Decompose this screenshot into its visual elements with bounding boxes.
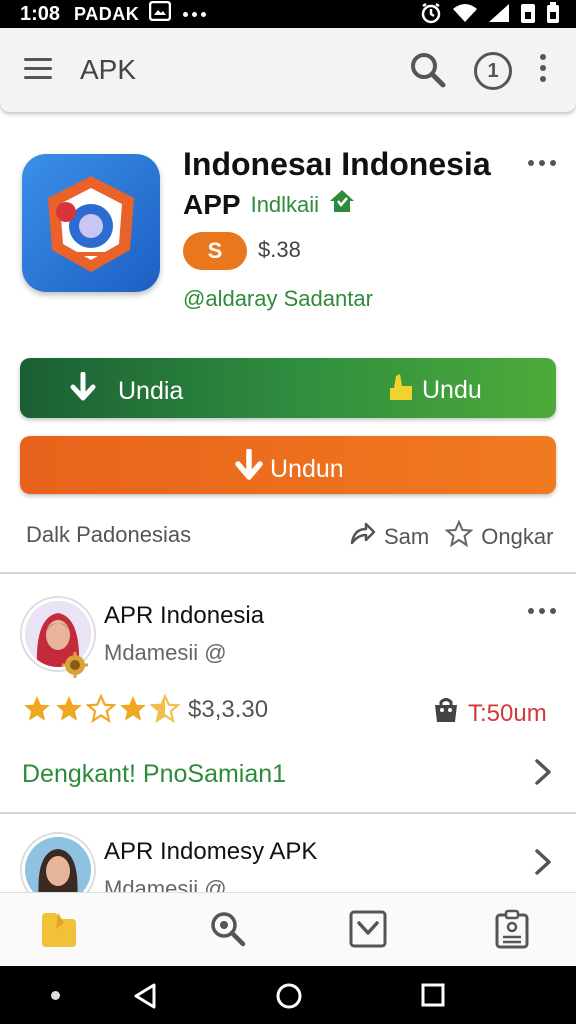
home-icon[interactable]	[275, 982, 303, 1015]
status-time: 1:08	[20, 2, 61, 25]
app-icon	[22, 154, 160, 292]
review-app-name[interactable]: APR Indonesia	[104, 602, 264, 630]
download-button-label: Undia	[118, 377, 184, 405]
download-arrow-icon	[70, 371, 96, 411]
install-button[interactable]: Undu	[386, 372, 482, 409]
share-label[interactable]: Sam	[384, 524, 429, 550]
update-button-content: Undun	[234, 448, 344, 490]
update-button[interactable]: Undun	[20, 436, 556, 494]
review-user: Mdamesii @	[104, 640, 227, 665]
battery-icon	[546, 2, 560, 30]
app-bar-title: APK	[80, 54, 137, 85]
menu-icon[interactable]	[24, 58, 52, 85]
chevron-right-icon[interactable]	[534, 848, 552, 881]
nav-downloads-icon[interactable]	[348, 909, 388, 954]
search-icon[interactable]	[408, 50, 448, 95]
app-bar: APK 1	[0, 28, 576, 112]
star-filled-icon	[54, 694, 84, 729]
bottom-navigation	[0, 892, 576, 967]
gallery-notification-icon	[148, 0, 172, 27]
rating-stars	[22, 693, 181, 729]
star-outline-icon	[85, 693, 117, 729]
review-time-label: T:50um	[468, 699, 547, 727]
review-link[interactable]: Dengkant! PnoSamian1	[22, 760, 286, 789]
download-buttons-bar: Undia Undu	[20, 358, 556, 418]
review-time: T:50um	[432, 696, 547, 731]
alarm-icon	[420, 2, 442, 30]
thumbs-up-icon	[386, 372, 414, 409]
wifi-icon	[452, 3, 478, 29]
section-divider	[0, 572, 576, 574]
status-carrier: PADAK	[74, 3, 140, 24]
review-more-icon[interactable]	[528, 608, 556, 614]
overflow-menu-icon[interactable]	[540, 54, 546, 87]
share-icon[interactable]	[348, 521, 376, 553]
app-handle[interactable]: @aldaray Sadantar	[183, 286, 373, 312]
app-price: $.38	[258, 237, 301, 262]
signal-icon	[488, 3, 510, 29]
app-more-icon[interactable]	[528, 160, 556, 166]
update-button-label: Undun	[270, 455, 344, 483]
notification-count-badge[interactable]: 1	[474, 52, 512, 90]
reviewer-badge-icon	[60, 650, 90, 685]
back-icon[interactable]	[132, 982, 158, 1015]
nav-profile-icon[interactable]	[492, 909, 532, 954]
recents-icon[interactable]	[421, 983, 445, 1012]
star-outline-icon[interactable]	[444, 519, 474, 554]
star-filled-icon	[22, 694, 52, 729]
review-amount: $3,3.30	[188, 696, 269, 723]
star-filled-icon	[118, 694, 148, 729]
meta-actions: Sam Ongkar	[348, 519, 553, 554]
assistant-dot-icon[interactable]	[51, 991, 60, 1000]
review-user: Mdamesii @	[104, 876, 227, 892]
section-divider	[0, 812, 576, 814]
install-button-label: Undu	[422, 376, 482, 404]
nav-home-icon[interactable]	[38, 909, 80, 954]
download-arrow-icon	[234, 448, 264, 490]
shopping-bag-icon	[432, 696, 460, 731]
chevron-right-icon[interactable]	[534, 758, 552, 791]
sim-icon	[520, 2, 536, 30]
system-navigation-bar	[0, 966, 576, 1024]
app-subtitle: APP Indlkaii	[183, 188, 355, 221]
verified-home-icon	[329, 188, 355, 221]
download-button[interactable]: Undia	[70, 371, 184, 411]
price-tag-pill: S	[183, 232, 247, 270]
nav-search-icon[interactable]	[208, 909, 248, 954]
app-category-text: Dalk Padonesias	[26, 522, 192, 547]
app-type: APP	[183, 188, 241, 220]
developer-link[interactable]: Indlkaii	[251, 192, 319, 218]
review-app-name[interactable]: APR Indomesy APK	[104, 838, 317, 866]
status-bar: 1:08 PADAK	[0, 0, 576, 28]
app-title: Indonesaı Indonesia	[183, 146, 491, 182]
star-half-icon	[149, 693, 181, 729]
favorite-label[interactable]: Ongkar	[481, 524, 553, 550]
more-notifications-icon	[183, 11, 207, 17]
